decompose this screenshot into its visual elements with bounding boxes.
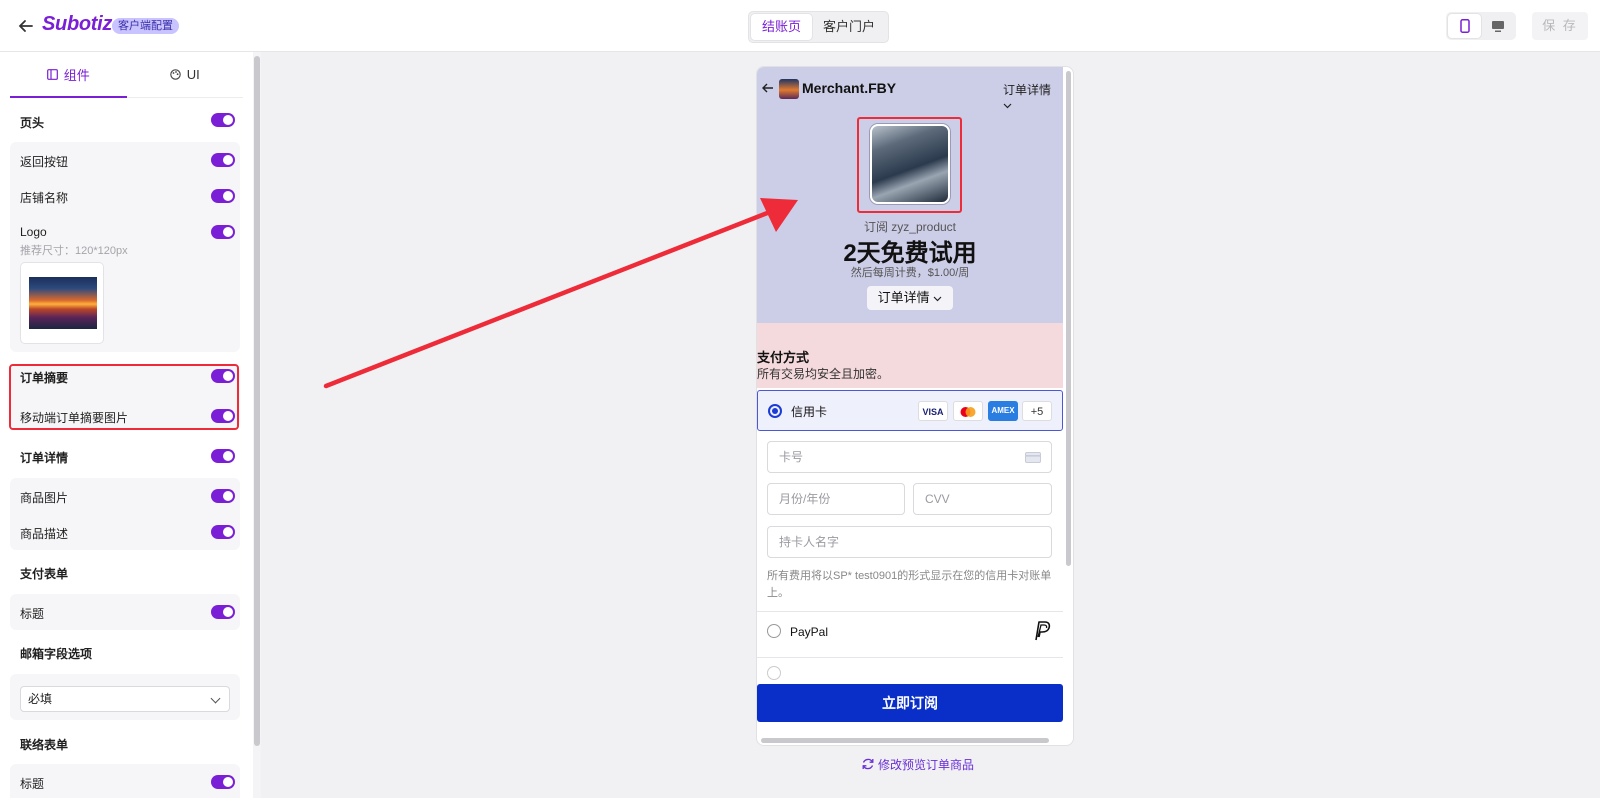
logo-label: Logo xyxy=(20,225,47,239)
tab-components[interactable]: 组件 xyxy=(10,52,127,98)
left-scrollbar-thumb[interactable] xyxy=(254,56,260,746)
preview-vertical-scrollbar[interactable] xyxy=(1066,71,1071,566)
product-description-label: 商品描述 xyxy=(20,527,69,541)
tab-components-label: 组件 xyxy=(63,68,90,83)
contact-title-label: 标题 xyxy=(20,777,45,791)
visa-logo: VISA xyxy=(918,401,948,421)
mastercard-icon xyxy=(960,407,976,417)
paypal-label: PayPal xyxy=(790,625,829,639)
tab-checkout[interactable]: 结账页 xyxy=(751,14,813,40)
palette-icon xyxy=(170,69,181,80)
preview-back-icon[interactable] xyxy=(761,81,775,95)
left-scrollbar[interactable] xyxy=(253,52,261,798)
chevron-down-icon xyxy=(210,693,221,704)
paypal-radio[interactable] xyxy=(767,624,781,638)
cardholder-placeholder: 持卡人名字 xyxy=(779,535,840,549)
product-description-toggle[interactable] xyxy=(211,525,235,539)
contact-title-toggle[interactable] xyxy=(211,775,235,789)
mobile-view-button[interactable] xyxy=(1448,14,1481,38)
chevron-down-icon xyxy=(1003,103,1012,109)
email-select-value: 必填 xyxy=(28,692,53,706)
payment-form-label: 支付表单 xyxy=(20,567,69,581)
tab-ui-label: UI xyxy=(186,67,200,82)
cvv-input[interactable]: CVV xyxy=(913,483,1052,515)
back-button-label: 返回按钮 xyxy=(20,155,69,169)
more-brands-badge: +5 xyxy=(1022,401,1052,421)
section-header-label: 页头 xyxy=(20,116,45,130)
back-arrow-icon[interactable] xyxy=(16,14,36,38)
card-number-input[interactable]: 卡号 xyxy=(767,441,1052,473)
credit-card-label: 信用卡 xyxy=(791,405,828,419)
desktop-view-button[interactable] xyxy=(1481,14,1514,38)
panel-tabs: 组件 UI xyxy=(10,52,243,98)
contact-form-group xyxy=(10,764,240,798)
merchant-logo xyxy=(779,79,799,99)
logo-upload[interactable] xyxy=(20,262,104,344)
store-name-toggle[interactable] xyxy=(211,189,235,203)
annotation-arrow-icon xyxy=(323,198,798,389)
expiry-input[interactable]: 月份/年份 xyxy=(767,483,905,515)
brand-logo: Subotiz xyxy=(42,13,113,35)
logo-thumbnail xyxy=(29,277,97,329)
statement-note: 所有费用将以SP* test0901的形式显示在您的信用卡对账单上。 xyxy=(767,570,1052,599)
logo-size-hint: 推荐尺寸：120*120px xyxy=(20,245,128,257)
highlight-box xyxy=(9,364,239,430)
contact-form-label: 联络表单 xyxy=(20,738,69,752)
page-switcher: 结账页 客户门户 xyxy=(748,11,890,43)
cardholder-input[interactable]: 持卡人名字 xyxy=(767,526,1052,558)
subscribe-button[interactable]: 立即订阅 xyxy=(757,684,1063,722)
tab-customer-portal[interactable]: 客户门户 xyxy=(812,14,886,40)
order-details-toggle-top[interactable]: 订单详情 xyxy=(1003,81,1063,112)
highlight-box-preview xyxy=(857,117,962,213)
order-details-button[interactable]: 订单详情 xyxy=(867,286,953,310)
next-option-radio[interactable] xyxy=(767,666,781,680)
paypal-icon xyxy=(1035,621,1051,641)
merchant-name: Merchant.FBY xyxy=(802,80,897,96)
monitor-icon xyxy=(1491,20,1504,32)
credit-card-radio[interactable] xyxy=(768,404,782,418)
product-image-toggle[interactable] xyxy=(211,489,235,503)
order-details-button-label: 订单详情 xyxy=(877,290,930,305)
mobile-preview: Merchant.FBY 订单详情 订阅 zyz_product 2天免费试用 … xyxy=(756,66,1074,746)
card-number-placeholder: 卡号 xyxy=(779,450,804,464)
divider xyxy=(757,611,1063,612)
expiry-placeholder: 月份/年份 xyxy=(779,492,831,506)
preview-horizontal-scrollbar[interactable] xyxy=(761,738,1049,743)
divider xyxy=(757,657,1063,658)
device-toggle xyxy=(1446,12,1516,40)
payment-form-group xyxy=(10,594,240,630)
back-button-toggle[interactable] xyxy=(211,153,235,167)
store-name-label: 店铺名称 xyxy=(20,191,69,205)
save-button[interactable]: 保 存 xyxy=(1532,12,1588,40)
modify-preview-link[interactable]: 修改预览订单商品 xyxy=(878,756,974,773)
brand-tag: 客户端配置 xyxy=(112,18,179,34)
amex-logo: AMEX xyxy=(988,401,1018,421)
components-icon xyxy=(46,69,58,80)
order-details-toggle[interactable] xyxy=(211,449,235,463)
phone-icon xyxy=(1459,19,1470,33)
logo-toggle[interactable] xyxy=(211,225,235,239)
card-icon xyxy=(1025,452,1041,463)
cvv-placeholder: CVV xyxy=(925,492,950,506)
mastercard-logo xyxy=(953,401,983,421)
order-details-label: 订单详情 xyxy=(20,451,69,465)
order-details-top-label: 订单详情 xyxy=(1003,83,1052,97)
refresh-icon[interactable] xyxy=(861,757,875,771)
payment-title-label: 标题 xyxy=(20,607,45,621)
payment-title-toggle[interactable] xyxy=(211,605,235,619)
product-image-label: 商品图片 xyxy=(20,491,69,505)
tab-ui[interactable]: UI xyxy=(127,52,244,97)
header-toggle[interactable] xyxy=(211,113,235,127)
email-option-label: 邮箱字段选项 xyxy=(20,647,93,661)
top-bar: Subotiz 客户端配置 结账页 客户门户 保 存 xyxy=(0,0,1600,52)
email-required-select[interactable]: 必填 xyxy=(20,686,230,712)
chevron-down-icon xyxy=(933,296,942,302)
